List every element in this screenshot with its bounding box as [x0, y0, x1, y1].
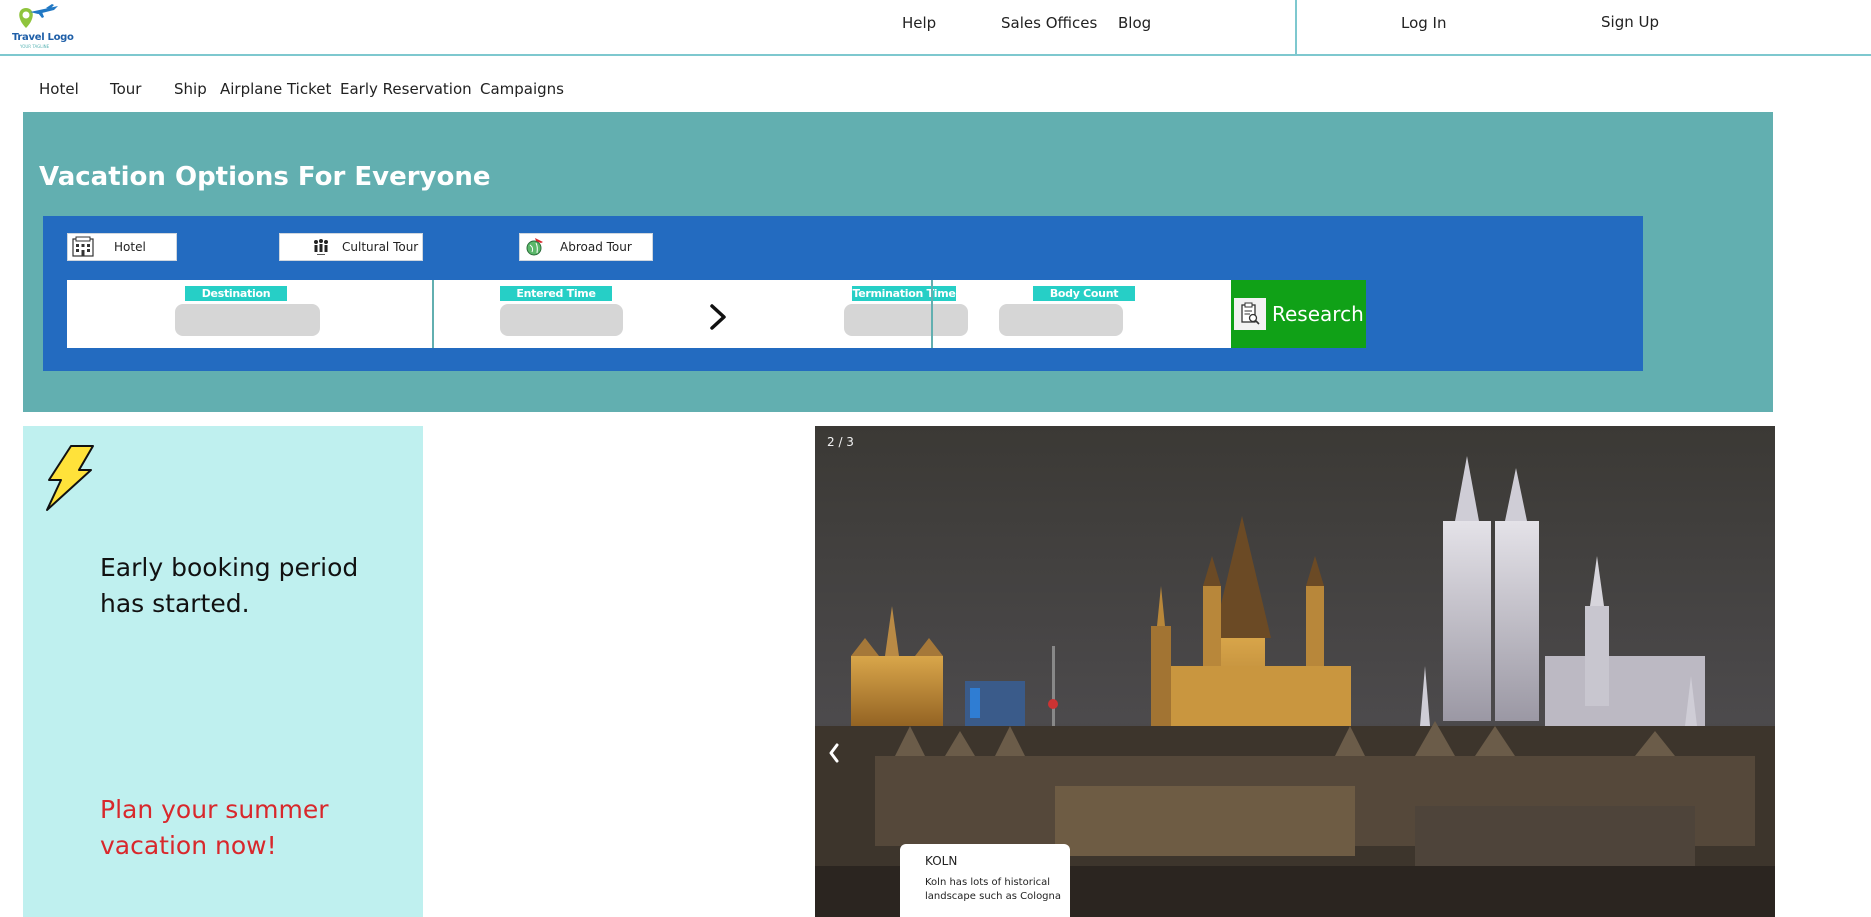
entered-time-input[interactable] [500, 304, 623, 336]
destination-slider[interactable]: 2 / 3 KOLN Koln has lots of historical l… [815, 426, 1775, 917]
hero-section: Vacation Options For Everyone Hotel Cult… [23, 112, 1773, 412]
research-button[interactable]: Research [1231, 280, 1366, 348]
early-booking-card[interactable]: Early booking period has started. Plan y… [23, 426, 423, 917]
caption-title: KOLN [925, 854, 958, 868]
destination-input[interactable] [175, 304, 320, 336]
tab-abroad-tour[interactable]: Abroad Tour [519, 233, 653, 261]
destination-label: Destination [185, 286, 287, 301]
body-count-input[interactable] [999, 304, 1123, 336]
clipboard-search-icon [1234, 298, 1266, 330]
tab-hotel[interactable]: Hotel [67, 233, 177, 261]
header-underline [0, 54, 1871, 56]
help-link[interactable]: Help [902, 14, 936, 32]
tab-cultural-tour[interactable]: Cultural Tour [279, 233, 423, 261]
nav-airplane-ticket[interactable]: Airplane Ticket [220, 80, 331, 98]
search-form: Destination Entered Time Termination Tim… [67, 280, 1366, 348]
body-count-label: Body Count [1033, 286, 1135, 301]
body-count-field: Body Count [933, 280, 1231, 348]
tab-abroad-tour-label: Abroad Tour [560, 240, 632, 254]
nav-early-reservation[interactable]: Early Reservation [340, 80, 472, 98]
nav-campaigns[interactable]: Campaigns [480, 80, 564, 98]
blog-link[interactable]: Blog [1118, 14, 1151, 32]
sales-offices-link[interactable]: Sales Offices [1001, 14, 1097, 32]
globe-plane-icon [522, 235, 548, 259]
tab-cultural-tour-label: Cultural Tour [342, 240, 419, 254]
hero-title: Vacation Options For Everyone [39, 162, 491, 192]
destination-field: Destination [67, 280, 432, 348]
promo-cta: Plan your summer vacation now! [100, 795, 329, 860]
travel-logo[interactable]: Travel Logo YOUR TAGLINE [8, 4, 74, 50]
header-divider [1295, 0, 1297, 56]
tab-hotel-label: Hotel [114, 240, 146, 254]
login-link[interactable]: Log In [1401, 14, 1447, 32]
lightning-bolt-icon [46, 445, 94, 511]
chevron-left-icon[interactable] [827, 742, 841, 764]
signup-link[interactable]: Sign Up [1601, 13, 1659, 31]
hotel-icon [70, 235, 96, 259]
research-label: Research [1272, 302, 1364, 326]
search-panel: Hotel Cultural Tour Abroad Tour Destinat… [43, 216, 1643, 371]
family-icon [308, 235, 334, 259]
chevron-right-icon [710, 304, 726, 330]
logo-pin-plane-icon [19, 4, 58, 28]
nav-tour[interactable]: Tour [110, 80, 141, 98]
top-header: Travel Logo YOUR TAGLINE Help Sales Offi… [0, 0, 1871, 57]
slide-caption: KOLN Koln has lots of historical landsca… [900, 844, 1070, 917]
slide-counter: 2 / 3 [827, 435, 854, 449]
logo-tagline: YOUR TAGLINE [20, 44, 50, 49]
logo-text: Travel Logo [12, 32, 74, 43]
caption-text: Koln has lots of historical landscape su… [925, 877, 1061, 902]
nav-hotel[interactable]: Hotel [39, 80, 79, 98]
promo-title: Early booking period has started. [100, 553, 359, 618]
entered-time-label: Entered Time [500, 286, 612, 301]
nav-ship[interactable]: Ship [174, 80, 207, 98]
